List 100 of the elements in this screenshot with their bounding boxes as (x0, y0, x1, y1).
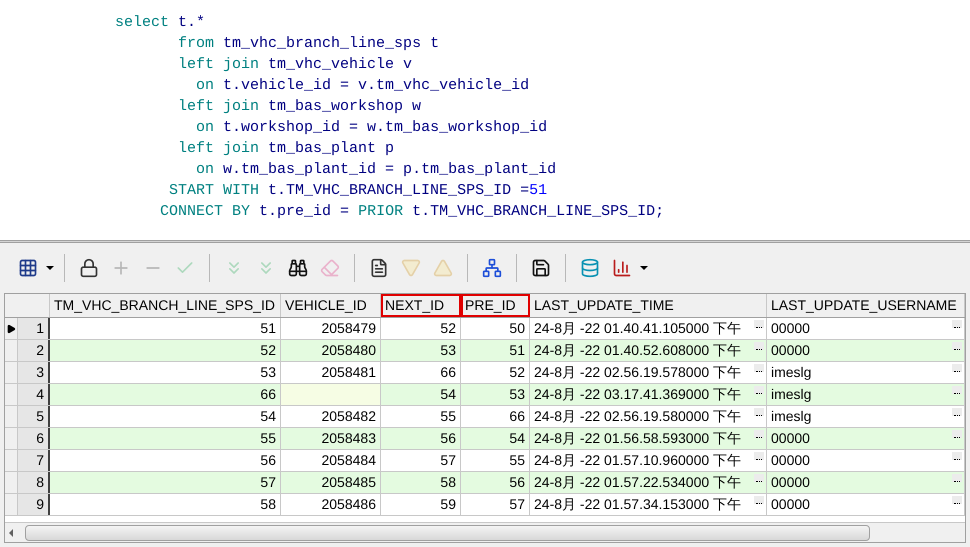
table-cell-text: imeslg (771, 385, 812, 404)
table-cell-text: 54 (260, 407, 276, 426)
code-line: left join tm_bas_plant p (177, 139, 396, 159)
table-cell-text: 58 (440, 473, 456, 492)
table-cell-text: 24-8月 -22 01.57.22.534000 下午 (534, 473, 742, 492)
table-row[interactable]: 8 57 2058485 58 56 24-8月 -22 01.57.22.534000 下午 00000 (5, 472, 965, 494)
table-cell-text: 00000 (771, 473, 810, 492)
table-cell-text: 00000 (771, 341, 810, 360)
ellipsis-button-icon[interactable] (754, 364, 764, 372)
table-cell-text: 57 (509, 495, 525, 514)
table-cell-text: imeslg (771, 363, 812, 382)
ellipsis-button-icon[interactable] (754, 474, 764, 482)
table-cell-text: 24-8月 -22 01.40.41.105000 下午 (534, 319, 742, 338)
ellipsis-button-icon[interactable] (952, 474, 962, 482)
table-row[interactable]: 6 55 2058483 56 54 24-8月 -22 01.56.58.593000 下午 00000 (5, 428, 965, 450)
table-row[interactable]: 1 51 2058479 52 50 24-8月 -22 01.40.41.105000 下午 00000 (5, 318, 965, 340)
scroll-left-icon[interactable] (9, 528, 13, 536)
ellipsis-button-icon[interactable] (952, 496, 962, 504)
row-number: 9 (18, 494, 50, 515)
code-line: from tm_vhc_branch_line_sps t (177, 34, 440, 54)
code-line: on t.workshop_id = w.tm_bas_workshop_id (195, 118, 548, 138)
scrollbar-thumb[interactable] (25, 524, 870, 540)
current-row-icon (6, 324, 16, 334)
table-cell-text: 00000 (771, 319, 810, 338)
code-line: select t.* (115, 13, 206, 33)
row-number: 8 (18, 472, 50, 493)
column-header[interactable]: PRE_ID (461, 294, 530, 317)
table-cell-text: 53 (440, 341, 456, 360)
table-cell-text: 57 (260, 473, 276, 492)
table-cell-text: 00000 (771, 429, 810, 448)
table-cell-text: 52 (440, 319, 456, 338)
horizontal-scrollbar[interactable] (5, 522, 965, 542)
ellipsis-button-icon[interactable] (952, 342, 962, 350)
code-line: left join tm_vhc_vehicle v (177, 55, 414, 75)
ellipsis-button-icon[interactable] (754, 452, 764, 460)
table-cell-text: 2058486 (321, 495, 376, 514)
ellipsis-button-icon[interactable] (952, 386, 962, 394)
table-cell-text: 56 (440, 429, 456, 448)
table-cell-text: 2058481 (321, 363, 376, 382)
column-header[interactable]: NEXT_ID (381, 294, 461, 317)
row-number: 4 (18, 384, 50, 405)
table-cell-text: 59 (440, 495, 456, 514)
table-cell-text: 00000 (771, 451, 810, 470)
ellipsis-button-icon[interactable] (952, 408, 962, 416)
table-cell-text: 52 (260, 341, 276, 360)
code-line: CONNECT BY t.pre_id = PRIOR t.TM_VHC_BRANCH_LINE_SPS_ID; (159, 202, 666, 222)
table-cell-text: 2058483 (321, 429, 376, 448)
table-cell-text: 66 (509, 407, 525, 426)
row-number: 3 (18, 362, 50, 383)
ellipsis-button-icon[interactable] (754, 342, 764, 350)
table-cell-text: 2058485 (321, 473, 376, 492)
table-cell-text: 24-8月 -22 01.57.10.960000 下午 (534, 451, 742, 470)
table-cell-text: 55 (440, 407, 456, 426)
table-cell-text: 2058484 (321, 451, 376, 470)
ellipsis-button-icon[interactable] (754, 408, 764, 416)
table-cell-text: 58 (260, 495, 276, 514)
table-row[interactable]: 5 54 2058482 55 66 24-8月 -22 02.56.19.580000 下午 imeslg (5, 406, 965, 428)
row-number: 7 (18, 450, 50, 471)
ellipsis-button-icon[interactable] (952, 320, 962, 328)
ellipsis-button-icon[interactable] (754, 320, 764, 328)
table-row[interactable]: 7 56 2058484 57 55 24-8月 -22 01.57.10.960000 下午 00000 (5, 450, 965, 472)
row-number: 5 (18, 406, 50, 427)
column-header[interactable]: VEHICLE_ID (281, 294, 381, 317)
table-row[interactable]: 3 53 2058481 66 52 24-8月 -22 02.56.19.578000 下午 imeslg (5, 362, 965, 384)
code-line: on w.tm_bas_plant_id = p.tm_bas_plant_id (195, 160, 558, 180)
table-row[interactable]: 9 58 2058486 59 57 24-8月 -22 01.57.34.153000 下午 00000 (5, 494, 965, 516)
table-cell-text: imeslg (771, 407, 812, 426)
table-cell-text: 51 (260, 319, 276, 338)
table-cell-text: 55 (260, 429, 276, 448)
ellipsis-button-icon[interactable] (952, 430, 962, 438)
table-cell-text: 66 (440, 363, 456, 382)
row-indicator[interactable] (5, 318, 18, 339)
table-cell-text: 56 (509, 473, 525, 492)
table-row[interactable]: 4 66 54 53 24-8月 -22 03.17.41.369000 下午 imeslg (5, 384, 965, 406)
code-line: on t.vehicle_id = v.tm_vhc_vehicle_id (195, 76, 530, 96)
table-cell-text: 50 (509, 319, 525, 338)
column-header[interactable]: LAST_UPDATE_USERNAME (767, 294, 965, 317)
column-header[interactable]: TM_VHC_BRANCH_LINE_SPS_ID (50, 294, 281, 317)
column-header[interactable]: LAST_UPDATE_TIME (530, 294, 767, 317)
ellipsis-button-icon[interactable] (754, 496, 764, 504)
table-cell-text: 56 (260, 451, 276, 470)
table-cell-text: 2058479 (321, 319, 376, 338)
table-cell-text: 24-8月 -22 01.40.52.608000 下午 (534, 341, 742, 360)
table-cell-text: 52 (509, 363, 525, 382)
table-cell-text: 24-8月 -22 03.17.41.369000 下午 (534, 385, 742, 404)
table-row[interactable]: 2 52 2058480 53 51 24-8月 -22 01.40.52.608000 下午 00000 (5, 340, 965, 362)
table-cell-text: 24-8月 -22 01.56.58.593000 下午 (534, 429, 742, 448)
ellipsis-button-icon[interactable] (952, 452, 962, 460)
code-line: START WITH t.TM_VHC_BRANCH_LINE_SPS_ID =51 (168, 181, 548, 201)
table-cell-text: 53 (509, 385, 525, 404)
ellipsis-button-icon[interactable] (952, 364, 962, 372)
table-cell-text: 24-8月 -22 02.56.19.580000 下午 (534, 407, 742, 426)
row-number: 6 (18, 428, 50, 449)
table-cell-text: 66 (260, 385, 276, 404)
ellipsis-button-icon[interactable] (754, 386, 764, 394)
table-cell-text: 51 (509, 341, 525, 360)
table-cell-text: 55 (509, 451, 525, 470)
ellipsis-button-icon[interactable] (754, 430, 764, 438)
table-cell-text: 54 (509, 429, 525, 448)
table-cell-text: 24-8月 -22 01.57.34.153000 下午 (534, 495, 742, 514)
